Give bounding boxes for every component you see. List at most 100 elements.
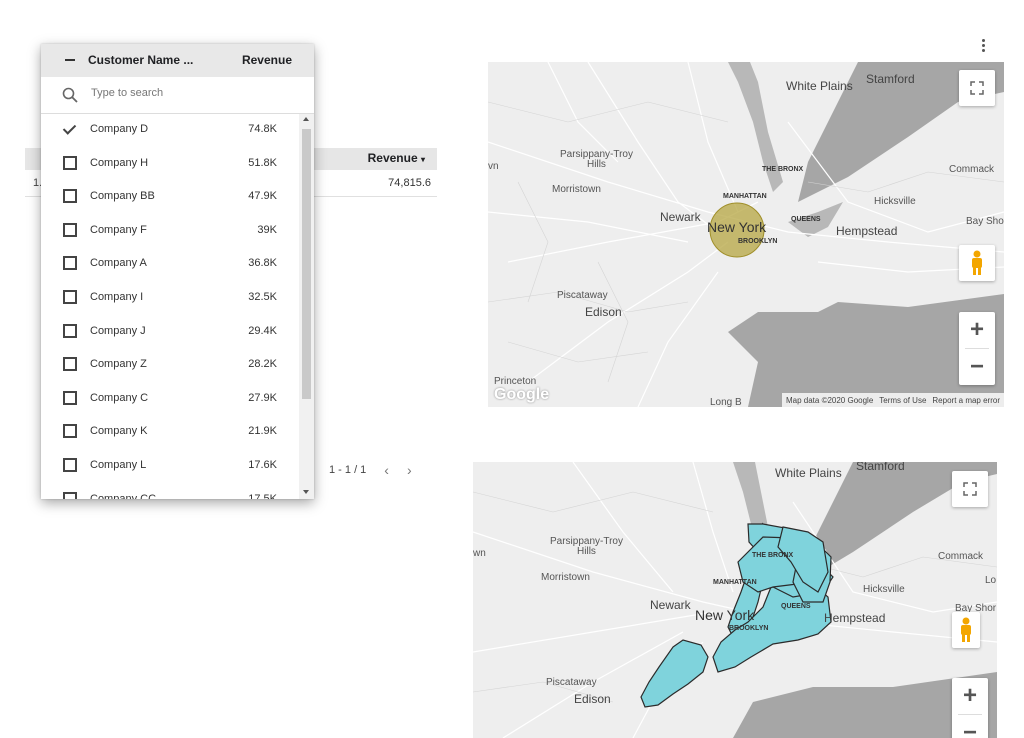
option-revenue: 74.8K xyxy=(248,123,277,135)
more-options-icon[interactable] xyxy=(979,39,987,53)
checkbox[interactable] xyxy=(63,222,77,237)
dropdown-option[interactable]: Company K 21.9K xyxy=(41,416,299,450)
label-manhattan: MANHATTAN xyxy=(723,193,767,200)
dropdown-option[interactable]: Company H 51.8K xyxy=(41,148,299,182)
label-wn: vn xyxy=(488,161,499,172)
dropdown-option[interactable]: Company F 39K xyxy=(41,215,299,249)
option-name: Company C xyxy=(90,391,149,404)
label-hicksville: Hicksville xyxy=(874,196,916,207)
checkbox[interactable] xyxy=(63,424,77,439)
option-revenue: 17.6K xyxy=(248,458,277,471)
option-name: Company J xyxy=(90,324,146,337)
dropdown-option[interactable]: Company BB 47.9K xyxy=(41,181,299,215)
revenue-column[interactable]: Revenue xyxy=(242,53,292,67)
next-page-icon[interactable]: › xyxy=(407,462,412,478)
checkbox[interactable] xyxy=(63,390,77,405)
label-commack: Commack xyxy=(949,164,995,175)
option-revenue: 36.8K xyxy=(248,257,277,270)
dropdown-option[interactable]: Company A 36.8K xyxy=(41,248,299,282)
checkbox[interactable] xyxy=(63,457,77,472)
label-parsippany: Parsippany-Troy Hills xyxy=(560,149,633,170)
dropdown-option[interactable]: Company I 32.5K xyxy=(41,282,299,316)
scroll-thumb[interactable] xyxy=(302,129,311,399)
dropdown-option[interactable]: Company Z 28.2K xyxy=(41,349,299,383)
label-brooklyn: BROOKLYN xyxy=(738,238,778,245)
dropdown-search xyxy=(41,77,314,114)
label-hempstead: Hempstead xyxy=(836,224,898,238)
option-revenue: 27.9K xyxy=(248,391,277,404)
google-logo: Google xyxy=(494,386,550,403)
terms-link[interactable]: Terms of Use xyxy=(879,396,926,405)
map-footer: Map data ©2020 Google Terms of Use Repor… xyxy=(781,393,1004,407)
option-name: Company Z xyxy=(90,358,147,371)
dropdown-option[interactable]: Company C 27.9K xyxy=(41,383,299,417)
option-name: Company H xyxy=(90,156,149,169)
label-brooklyn: BROOKLYN xyxy=(729,625,769,632)
label-new-york: New York xyxy=(707,219,767,235)
option-revenue: 21.9K xyxy=(248,425,277,438)
label-bay-shore: Bay Sho xyxy=(966,216,1004,227)
fullscreen-icon xyxy=(963,482,977,496)
select-all-checkbox[interactable] xyxy=(63,53,77,67)
search-input[interactable] xyxy=(89,86,273,100)
scroll-up-icon[interactable] xyxy=(303,117,309,121)
option-revenue: 39K xyxy=(257,223,277,236)
dropdown-option[interactable]: Company J 29.4K xyxy=(41,316,299,350)
zoom-controls: + − xyxy=(952,678,988,738)
dropdown-option[interactable]: Company D 74.8K xyxy=(41,114,299,148)
label-new-york: New York xyxy=(695,607,755,623)
customer-name-column[interactable]: Customer Name ... xyxy=(88,53,193,67)
option-name: Company F xyxy=(90,223,147,236)
label-piscataway: Piscataway xyxy=(546,677,597,688)
checkbox[interactable] xyxy=(63,357,77,372)
label-stamford: Stamford xyxy=(866,72,915,86)
checkbox[interactable] xyxy=(63,491,77,499)
label-edison: Edison xyxy=(585,305,622,319)
revenue-column-header[interactable]: Revenue ▾ xyxy=(368,151,425,165)
checked-checkbox[interactable] xyxy=(63,122,77,136)
pager-text: 1 - 1 / 1 xyxy=(329,464,367,476)
label-white-plains: White Plains xyxy=(786,79,853,93)
label-morristown: Morristown xyxy=(541,572,590,583)
dropdown-option[interactable]: Company CC 17.5K xyxy=(41,484,299,499)
checkbox[interactable] xyxy=(63,323,77,338)
dropdown-scrollbar[interactable] xyxy=(299,114,314,499)
label-queens: QUEENS xyxy=(781,603,811,610)
bubble-map[interactable]: White Plains Stamford Parsippany-Troy Hi… xyxy=(488,62,1004,407)
row-revenue-value: 74,815.6 xyxy=(388,177,431,189)
option-revenue: 29.4K xyxy=(248,324,277,337)
option-name: Company I xyxy=(90,290,144,303)
checkbox[interactable] xyxy=(63,289,77,304)
option-name: Company CC xyxy=(90,492,157,499)
report-link[interactable]: Report a map error xyxy=(932,396,1000,405)
sort-arrow-icon[interactable]: ▾ xyxy=(421,155,425,164)
checkbox[interactable] xyxy=(63,256,77,271)
label-commack: Commack xyxy=(938,551,984,562)
dropdown-list: Company D 74.8K Company H 51.8K Company BB 47… xyxy=(41,114,299,499)
label-the-bronx: THE BRONX xyxy=(762,166,804,173)
checkbox[interactable] xyxy=(63,189,77,204)
dropdown-option[interactable]: Company L 17.6K xyxy=(41,450,299,484)
prev-page-icon[interactable]: ‹ xyxy=(384,462,389,478)
fullscreen-button[interactable] xyxy=(952,471,988,507)
label-edison: Edison xyxy=(574,692,611,706)
street-view-button[interactable] xyxy=(959,245,995,281)
street-view-button[interactable] xyxy=(952,612,980,648)
option-revenue: 32.5K xyxy=(248,290,277,303)
zoom-in-button[interactable]: + xyxy=(959,312,995,348)
zoom-in-button[interactable]: + xyxy=(952,678,988,714)
label-parsippany: Parsippany-Troy Hills xyxy=(550,536,623,557)
zoom-out-button[interactable]: − xyxy=(952,715,988,738)
filled-map[interactable]: White Plains Stamford Parsippany-Troy Hi… xyxy=(473,462,997,738)
label-white-plains: White Plains xyxy=(775,466,842,480)
checkbox[interactable] xyxy=(63,155,77,170)
label-newark: Newark xyxy=(650,598,691,612)
zoom-out-button[interactable]: − xyxy=(959,349,995,385)
fullscreen-button[interactable] xyxy=(959,70,995,106)
option-name: Company BB xyxy=(90,190,155,203)
label-piscataway: Piscataway xyxy=(557,290,608,301)
customer-filter-dropdown: Customer Name ... Revenue Company D 74.8K… xyxy=(41,44,314,499)
scroll-down-icon[interactable] xyxy=(303,490,309,494)
label-lo: Lo xyxy=(985,575,997,586)
option-revenue: 17.5K xyxy=(248,492,277,499)
